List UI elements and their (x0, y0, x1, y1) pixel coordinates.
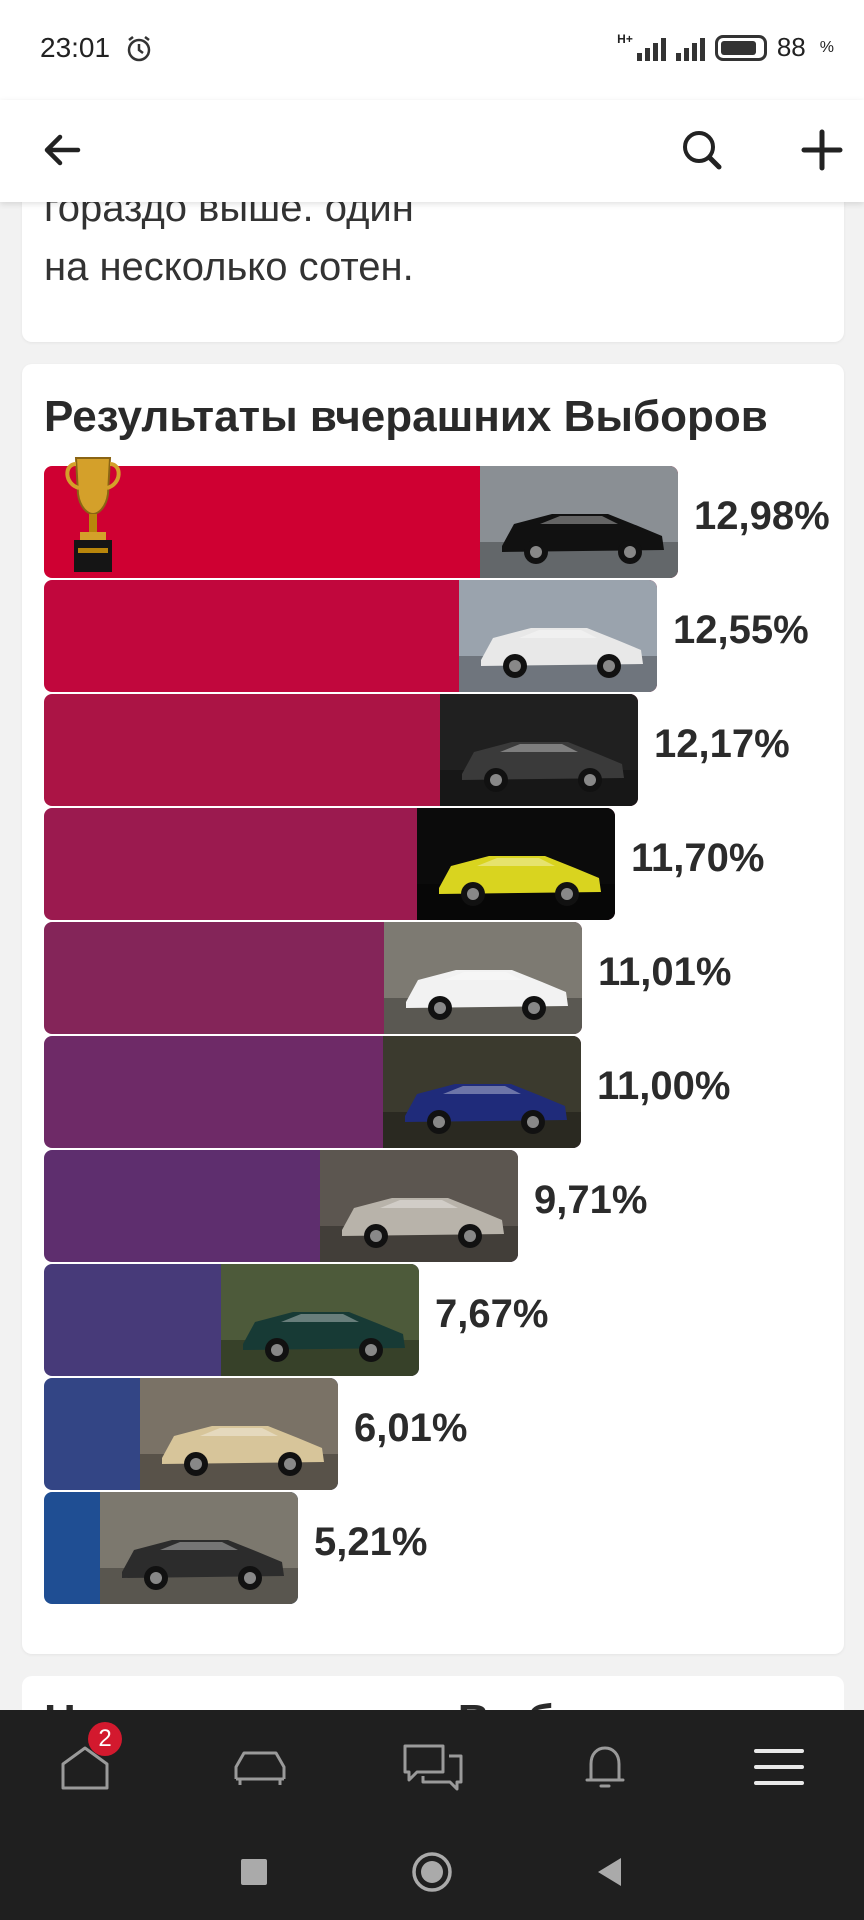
result-bar (44, 580, 657, 692)
recent-apps-button[interactable] (232, 1850, 276, 1894)
car-photo (384, 922, 582, 1034)
result-percent: 7,67% (435, 1292, 549, 1336)
next-card-title: Новые вчерашних Выборов (44, 1696, 662, 1710)
result-bar (44, 922, 582, 1034)
signal-icon (636, 35, 666, 61)
plus-icon (801, 129, 843, 171)
result-row[interactable]: 11,70% (44, 808, 834, 922)
nav-notifications[interactable] (570, 1738, 640, 1796)
car-photo (480, 466, 678, 578)
network-type: H+ (617, 32, 633, 46)
results-card: Результаты вчерашних Выборов 12,98% 12,55… (22, 364, 844, 1654)
battery-icon (714, 34, 767, 61)
back-triangle-icon (598, 1858, 621, 1886)
result-percent: 12,98% (694, 494, 830, 538)
result-row[interactable]: 11,01% (44, 922, 834, 1036)
nav-menu[interactable] (744, 1738, 814, 1796)
car-photo (221, 1264, 419, 1376)
nav-home[interactable]: 2 (50, 1722, 122, 1796)
home-system-button[interactable] (410, 1850, 454, 1894)
car-photo (417, 808, 615, 920)
result-bar (44, 1264, 419, 1376)
car-photo (440, 694, 638, 806)
car-icon (234, 1751, 286, 1785)
car-photo (320, 1150, 518, 1262)
status-time: 23:01 (40, 32, 111, 63)
messages-icon (403, 1744, 463, 1791)
result-bar (44, 1492, 298, 1604)
result-percent: 11,00% (597, 1064, 731, 1108)
result-percent: 12,17% (654, 722, 790, 766)
post-text-line: на несколько сотен. (44, 245, 414, 289)
result-percent: 11,70% (631, 836, 765, 880)
recent-apps-icon (241, 1859, 267, 1885)
result-row[interactable]: 12,17% (44, 694, 834, 808)
result-bar (44, 1036, 581, 1148)
result-row[interactable]: 7,67% (44, 1264, 834, 1378)
results-bar-list: 12,98% 12,55% 12,17% 11,70% 11,01% 11,00% 9,71… (44, 457, 834, 1606)
top-toolbar (0, 100, 864, 202)
bell-icon (585, 1746, 625, 1788)
result-bar (44, 1378, 338, 1490)
next-card[interactable]: Новые вчерашних Выборов (22, 1676, 844, 1710)
result-bar (44, 1150, 518, 1262)
results-title: Результаты вчерашних Выборов (44, 392, 768, 441)
result-percent: 5,21% (314, 1520, 428, 1564)
notification-badge: 2 (88, 1722, 122, 1756)
result-bar (44, 808, 615, 920)
signal-icon (675, 35, 705, 61)
back-system-button[interactable] (588, 1850, 632, 1894)
result-bar (44, 694, 638, 806)
system-nav-bar (0, 1820, 864, 1920)
result-row[interactable]: 12,98% (44, 457, 834, 580)
menu-icon (754, 1749, 804, 1785)
result-row[interactable]: 9,71% (44, 1150, 834, 1264)
result-percent: 11,01% (598, 950, 732, 994)
car-photo (459, 580, 657, 692)
result-percent: 12,55% (673, 608, 809, 652)
result-row[interactable]: 11,00% (44, 1036, 834, 1150)
nav-messages[interactable] (398, 1738, 468, 1796)
bottom-nav: 2 (0, 1710, 864, 1820)
result-percent: 9,71% (534, 1178, 648, 1222)
alarm-icon (127, 36, 151, 62)
search-icon (683, 131, 722, 170)
home-circle-icon (412, 1852, 452, 1892)
car-photo (140, 1378, 338, 1490)
car-photo (383, 1036, 581, 1148)
result-row[interactable]: 5,21% (44, 1492, 834, 1606)
nav-garage[interactable] (225, 1738, 295, 1796)
result-percent: 6,01% (354, 1406, 468, 1450)
add-button[interactable] (790, 118, 854, 182)
status-indicators: H+ 88% (617, 32, 834, 63)
result-row[interactable]: 6,01% (44, 1378, 834, 1492)
search-button[interactable] (670, 118, 734, 182)
trophy-icon (65, 457, 121, 572)
car-photo (100, 1492, 298, 1604)
back-button[interactable] (30, 118, 94, 182)
status-bar: 23:01 H+ 88% (0, 0, 864, 100)
battery-suffix: % (819, 38, 834, 56)
content-area: гораздо выше. один на несколько сотен. Р… (0, 0, 864, 1710)
result-bar (44, 466, 678, 578)
battery-level: 88 (776, 32, 806, 62)
arrow-left-icon (44, 134, 81, 166)
result-row[interactable]: 12,55% (44, 580, 834, 694)
